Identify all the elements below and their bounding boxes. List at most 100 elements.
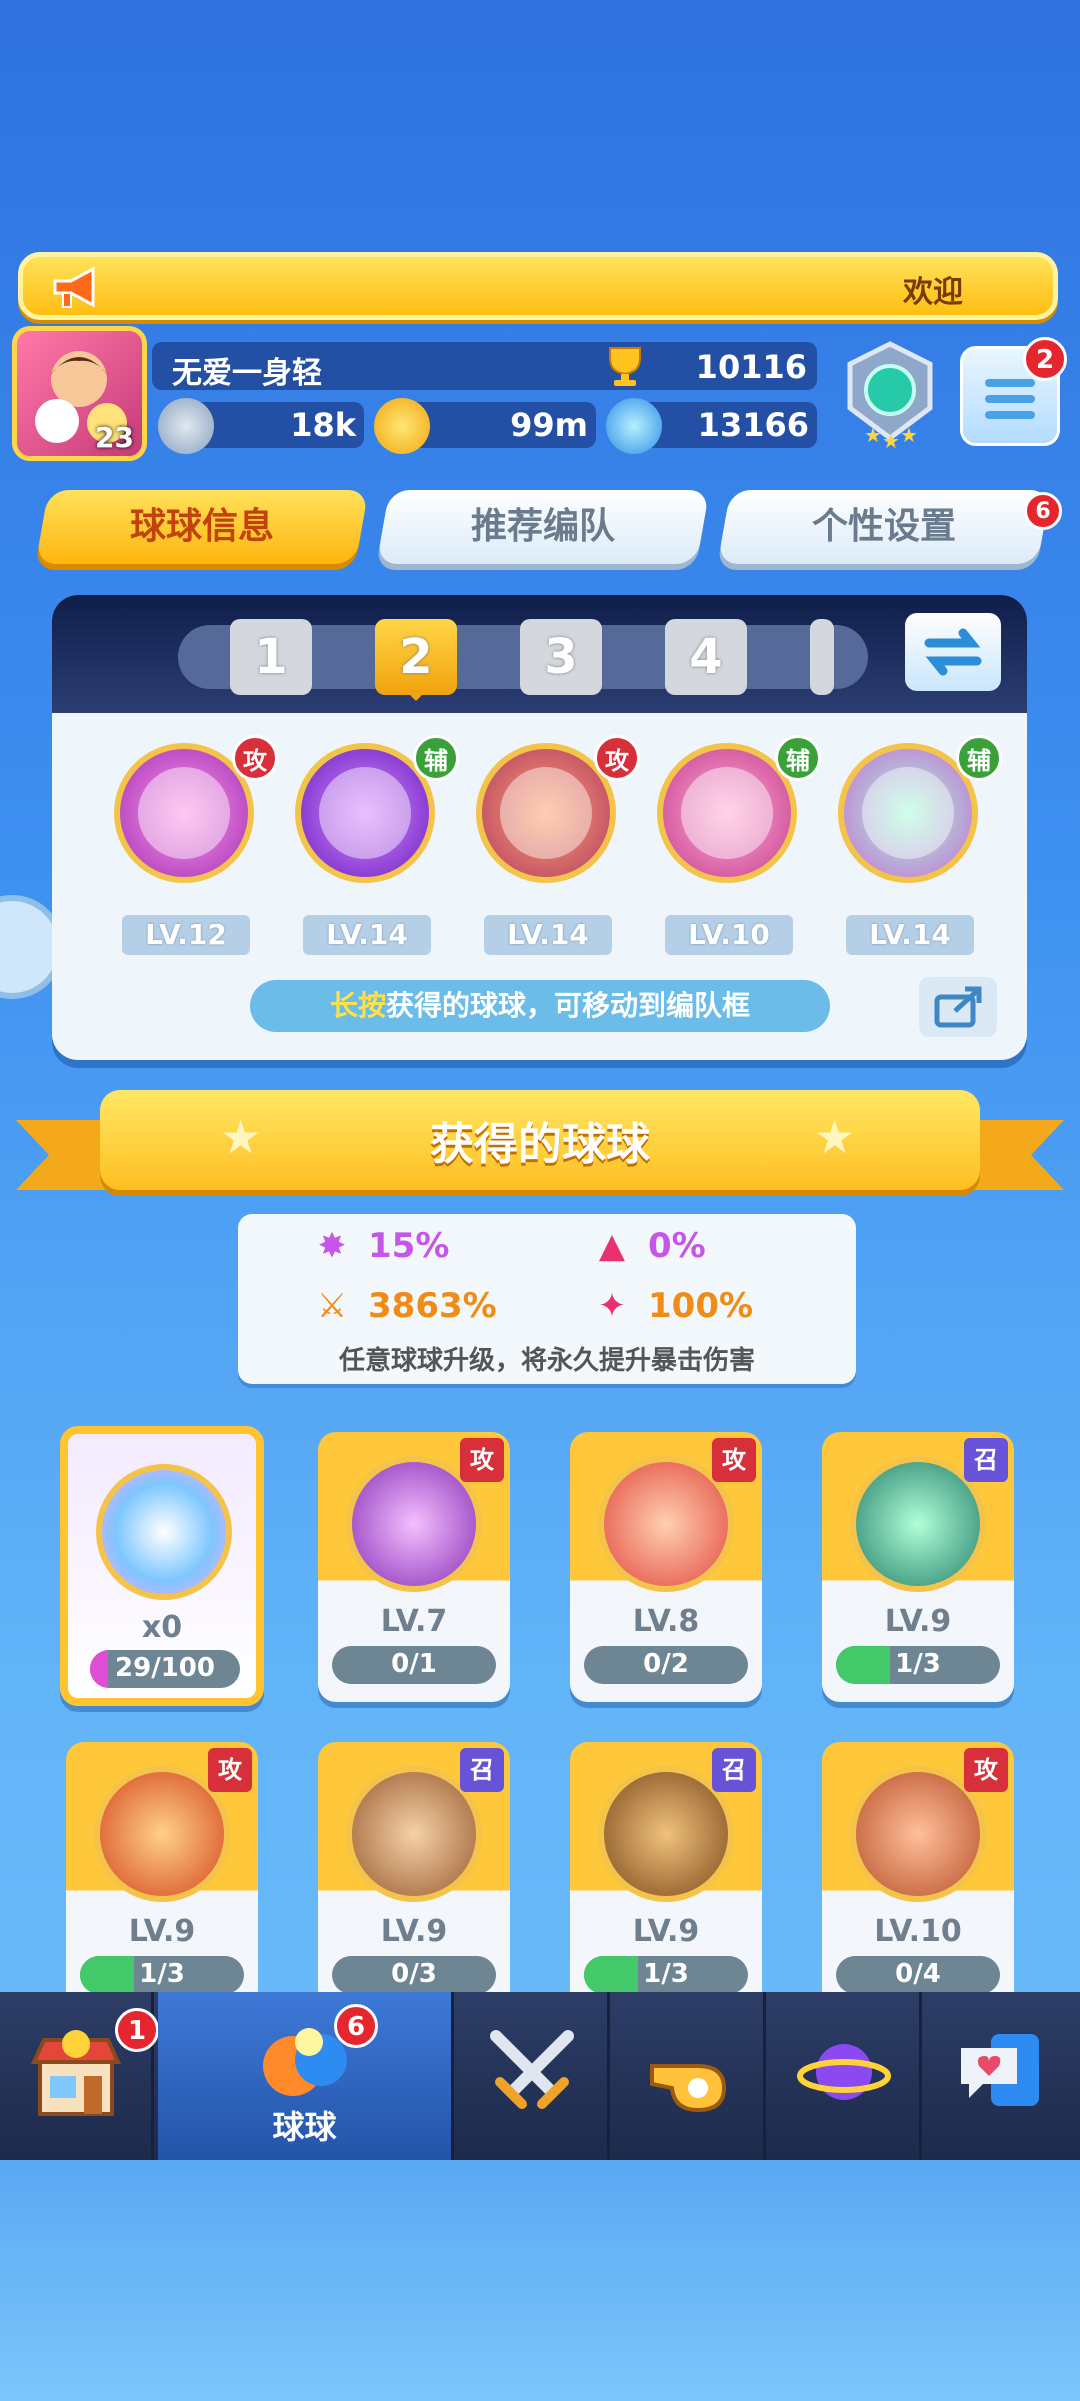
planet-icon [796, 2044, 891, 2100]
card-ball[interactable]: 召 LV.9 1/3 [822, 1432, 1014, 1702]
progress-text: 0/2 [643, 1649, 689, 1679]
team-slot-1[interactable]: 1 [230, 619, 312, 695]
rank-emblem-icon[interactable]: ★ ★ ★ [838, 338, 942, 450]
player-level: 23 [95, 421, 134, 454]
card-progress-bar: 0/4 [836, 1956, 1000, 1994]
svg-text:★: ★ [900, 423, 918, 447]
nav-battle[interactable] [456, 1992, 610, 2160]
ball-type-tag: 辅 [956, 735, 1002, 781]
card-universal-ball[interactable]: x0 29/100 [60, 1426, 264, 1706]
tab-personal-settings[interactable]: 个性设置 [717, 490, 1051, 564]
bottom-nav: 1 6 球球 [0, 1992, 1080, 2160]
progress-text: 29/100 [115, 1653, 215, 1683]
svg-text:★: ★ [864, 423, 882, 447]
tab-ball-info[interactable]: 球球信息 [35, 490, 369, 564]
team-slot-header: 1 2 3 4 [52, 595, 1027, 713]
megaphone-icon [53, 266, 95, 308]
ball-badge: 6 [334, 2004, 378, 2048]
announcement-bar[interactable]: 欢迎 [18, 252, 1058, 320]
shop-badge: 1 [115, 2008, 159, 2052]
card-level: LV.9 [380, 1914, 448, 1949]
team-panel: 1 2 3 4 攻 LV.12 辅 LV.14 攻 LV.14 辅 LV.10 … [52, 595, 1027, 1060]
ball-type-tag: 攻 [460, 1438, 504, 1482]
tab-label: 个性设置 [811, 506, 956, 547]
coin-resource[interactable]: 99m [374, 398, 596, 454]
settings-tab-badge: 6 [1024, 492, 1062, 530]
nav-coach[interactable] [612, 1992, 766, 2160]
trophy-icon [609, 347, 641, 386]
progress-text: 1/3 [139, 1959, 185, 1989]
battle-swords-icon [489, 2030, 574, 2109]
card-level: LV.9 [128, 1914, 196, 1949]
nav-explore[interactable] [768, 1992, 922, 2160]
card-progress-bar: 0/3 [332, 1956, 496, 1994]
nav-shop[interactable]: 1 [0, 1992, 159, 2160]
crit-stats-panel: ✸ 15% ▲ 0% ⚔ 3863% ✦ 100% 任意球球升级，将永久提升暴击伤害 [238, 1214, 856, 1384]
stat-value: 100% [648, 1286, 754, 1326]
universal-ball-icon [96, 1464, 232, 1600]
ball-type-tag: 攻 [232, 735, 278, 781]
crit-resist-icon: ▲ [598, 1226, 626, 1266]
card-progress-bar: 0/1 [332, 1646, 496, 1684]
chat-heart-icon [961, 2034, 1039, 2106]
tab-label: 推荐编队 [470, 506, 615, 547]
team-slot-2[interactable]: 2 [375, 619, 457, 701]
card-progress-bar: 1/3 [836, 1646, 1000, 1684]
nav-social[interactable] [924, 1992, 1078, 2160]
ball-icon [862, 767, 954, 859]
stat-crit-resist: ▲ 0% [590, 1226, 706, 1266]
gem-value: 13166 [697, 406, 809, 444]
ball-type-tag: 辅 [413, 735, 459, 781]
ball-icon [500, 767, 592, 859]
team-slot-5[interactable] [810, 619, 834, 695]
player-avatar[interactable]: 23 [12, 326, 147, 461]
shop-icon [30, 2030, 121, 2116]
ball-type-tag: 辅 [775, 735, 821, 781]
menu-badge: 2 [1023, 337, 1067, 381]
stat-crit-damage: ⚔ 3863% [310, 1286, 497, 1326]
card-level: LV.9 [884, 1604, 952, 1639]
drag-hint: 长按获得的球球，可移动到编队框 [250, 980, 830, 1032]
card-progress-bar: 1/3 [80, 1956, 244, 1994]
stats-note: 任意球球升级，将永久提升暴击伤害 [338, 1346, 755, 1376]
card-level: LV.7 [380, 1604, 448, 1639]
stat-damage-bonus: ✦ 100% [590, 1286, 753, 1326]
nav-label: 球球 [272, 2108, 337, 2146]
team-slot-4[interactable]: 4 [665, 619, 747, 695]
ball-type-tag: 攻 [964, 1748, 1008, 1792]
card-ball[interactable]: 攻 LV.9 1/3 [66, 1742, 258, 2012]
section-ribbon: ★ 获得的球球 ★ [100, 1090, 980, 1190]
damage-bonus-icon: ✦ [597, 1286, 627, 1326]
ball-type-tag: 攻 [712, 1438, 756, 1482]
card-ball[interactable]: 攻 LV.8 0/2 [570, 1432, 762, 1702]
lower-background [0, 2160, 1080, 2401]
energy-resource[interactable]: 18k [158, 398, 364, 454]
share-button[interactable] [919, 977, 997, 1037]
gem-resource[interactable]: 13166 [606, 398, 817, 454]
ball-type-tag: 攻 [208, 1748, 252, 1792]
progress-text: 1/3 [895, 1649, 941, 1679]
tab-recommended-team[interactable]: 推荐编队 [376, 490, 710, 564]
trophy-count: 10116 [695, 348, 807, 386]
ball-level: LV.12 [122, 915, 250, 955]
energy-plus-icon[interactable] [158, 398, 214, 454]
coin-plus-icon[interactable] [374, 398, 430, 454]
ball-level: LV.10 [665, 915, 793, 955]
team-slot-3[interactable]: 3 [520, 619, 602, 695]
card-ball[interactable]: 召 LV.9 0/3 [318, 1742, 510, 2012]
card-ball[interactable]: 攻 LV.7 0/1 [318, 1432, 510, 1702]
card-ball[interactable]: 召 LV.9 1/3 [570, 1742, 762, 2012]
hint-highlight: 长按 [329, 989, 386, 1022]
ball-icon [319, 767, 411, 859]
energy-value: 18k [290, 406, 356, 444]
card-ball[interactable]: 攻 LV.10 0/4 [822, 1742, 1014, 2012]
nav-balls[interactable]: 6 球球 [158, 1992, 454, 2160]
gem-plus-icon[interactable] [606, 398, 662, 454]
swap-team-button[interactable] [905, 613, 1001, 691]
stat-crit-rate: ✸ 15% [310, 1226, 450, 1266]
stat-value: 3863% [368, 1286, 497, 1326]
card-count: x0 [141, 1610, 183, 1645]
main-menu-button[interactable]: 2 [960, 337, 1067, 446]
card-level: LV.9 [632, 1914, 700, 1949]
share-icon [934, 986, 982, 1028]
